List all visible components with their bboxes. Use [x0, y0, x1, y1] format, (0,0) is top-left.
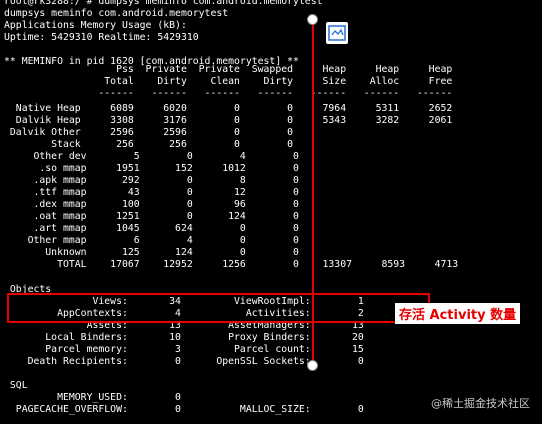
table-row-line: Other mmap 6 4 0 0	[4, 235, 299, 246]
table-header-line: Pss Private Private Swapped Heap Heap He…	[4, 64, 453, 75]
table-row-line: .oat mmap 1251 0 124 0	[4, 211, 299, 222]
table-header-line: Total Dirty Clean Dirty Size Alloc Free	[4, 76, 453, 87]
objects-line: MEMORY_USED: 0	[4, 392, 181, 403]
arrow-line	[312, 20, 314, 366]
objects-line: PAGECACHE_OVERFLOW: 0 MALLOC_SIZE: 0	[4, 404, 364, 415]
table-row-line: .apk mmap 292 0 8 0	[4, 175, 299, 186]
table-row-line: Unknown 125 124 0 0	[4, 247, 299, 258]
watermark: @稀土掘金技术社区	[431, 397, 530, 410]
table-row-line: Dalvik Heap 3308 3176 0 0 5343 3282 2061	[4, 115, 453, 126]
table-row-line: .art mmap 1045 624 0 0	[4, 223, 299, 234]
table-row-line: Native Heap 6089 6020 0 0 7964 5311 2652	[4, 103, 453, 114]
table-row-line: .so mmap 1951 152 1012 0	[4, 163, 299, 174]
table-row-line: .ttf mmap 43 0 12 0	[4, 187, 299, 198]
objects-line: Local Binders: 10 Proxy Binders: 20	[4, 332, 364, 343]
table-header-line: ------ ------ ------ ------ ------ -----…	[4, 88, 453, 99]
table-row-line: Stack 256 256 0 0	[4, 139, 294, 150]
objects-line: Parcel memory: 3 Parcel count: 15	[4, 344, 364, 355]
header-line: root@rk3288:/ # dumpsys meminfo com.andr…	[4, 0, 323, 7]
table-row-line: Dalvik Other 2596 2596 0 0	[4, 127, 294, 138]
objects-line: SQL	[4, 380, 28, 391]
table-row-line: Other dev 5 0 4 0	[4, 151, 299, 162]
header-line: Uptime: 5429310 Realtime: 5429310	[4, 32, 199, 43]
table-row-line: .dex mmap 100 0 96 0	[4, 199, 299, 210]
table-row-line: TOTAL 17067 12952 1256 0 13307 8593 4713	[4, 259, 459, 270]
highlight-box	[7, 293, 430, 323]
annotation-tool-icon[interactable]	[326, 22, 348, 44]
annotation-label: 存活 Activity 数量	[395, 303, 521, 324]
arrow-end-handle[interactable]	[307, 360, 318, 371]
header-line: dumpsys meminfo com.android.memorytest	[4, 8, 229, 19]
header-line: Applications Memory Usage (kB):	[4, 20, 187, 31]
arrow-start-handle[interactable]	[307, 14, 318, 25]
